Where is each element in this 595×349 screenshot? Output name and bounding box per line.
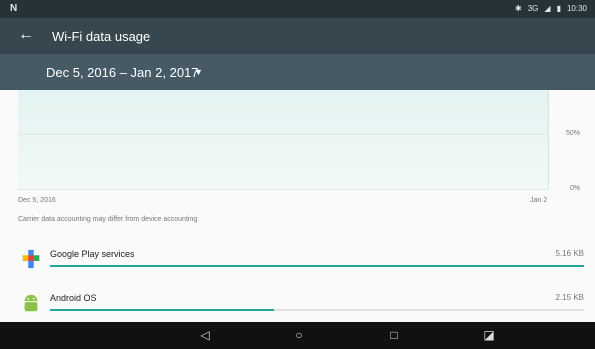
usage-track xyxy=(50,265,584,267)
usage-bar xyxy=(50,265,584,267)
app-usage: 2.15 KB xyxy=(555,293,584,302)
accounting-note: Carrier data accounting may differ from … xyxy=(18,216,198,223)
gridline-50 xyxy=(18,134,549,135)
home-icon[interactable]: ○ xyxy=(292,328,306,342)
android-icon xyxy=(24,294,38,312)
google-play-services-icon xyxy=(22,249,40,269)
usage-bar xyxy=(50,309,275,311)
app-usage: 5.16 KB xyxy=(555,249,584,258)
usage-area xyxy=(18,90,549,190)
gridline-0 xyxy=(18,189,549,190)
cycle-range[interactable]: Dec 5, 2016 – Jan 2, 2017 xyxy=(46,65,199,80)
status-icons: ✱ 3G ◢ ▮ 10:30 xyxy=(515,4,587,13)
usage-chart xyxy=(18,90,549,190)
app-name: Google Play services xyxy=(50,249,135,259)
cycle-selector[interactable]: Dec 5, 2016 – Jan 2, 2017 ▼ xyxy=(0,54,595,90)
signal-icon: ◢ xyxy=(544,4,551,13)
app-name: Android OS xyxy=(50,293,97,303)
app-bar: ← Wi-Fi data usage xyxy=(0,18,595,54)
bluetooth-icon: ✱ xyxy=(515,4,522,13)
navigation-bar: ◁ ○ □ ◪ xyxy=(0,322,595,349)
app-row-android-os[interactable]: Android OS 2.15 KB xyxy=(18,284,584,322)
clock: 10:30 xyxy=(566,4,587,13)
chart-end-date: Jan 2 xyxy=(530,197,548,204)
pct-label-0: 0% xyxy=(570,185,581,192)
notification-icon: N xyxy=(10,3,18,14)
battery-icon: ▮ xyxy=(556,4,561,13)
page-title: Wi-Fi data usage xyxy=(52,29,151,44)
status-bar: N ✱ 3G ◢ ▮ 10:30 xyxy=(0,0,595,18)
back-arrow-icon[interactable]: ← xyxy=(18,26,34,44)
pct-label-50: 50% xyxy=(566,130,581,137)
network-type: 3G xyxy=(527,4,539,13)
recents-icon[interactable]: □ xyxy=(387,328,401,342)
usage-track xyxy=(50,309,584,311)
app-row-google-play-services[interactable]: Google Play services 5.16 KB xyxy=(18,240,584,278)
chart-start-date: Dec 5, 2016 xyxy=(18,197,56,204)
back-icon[interactable]: ◁ xyxy=(198,328,212,342)
caret-down-icon[interactable]: ▼ xyxy=(194,67,203,77)
screenshot-icon[interactable]: ◪ xyxy=(482,328,496,342)
